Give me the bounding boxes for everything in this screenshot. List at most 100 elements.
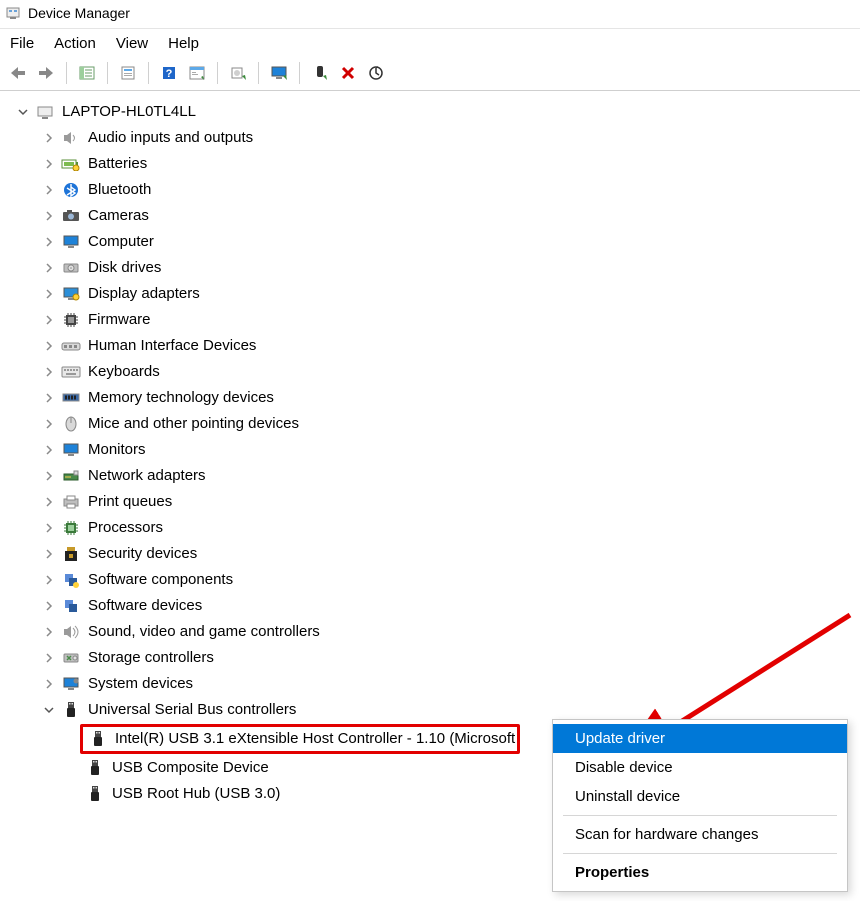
- tree-category[interactable]: Network adapters: [4, 463, 860, 489]
- show-hidden-icon[interactable]: [75, 62, 99, 84]
- chevron-right-icon[interactable]: [40, 181, 58, 199]
- tree-category[interactable]: Monitors: [4, 437, 860, 463]
- tree-category[interactable]: Processors: [4, 515, 860, 541]
- display-icon: [60, 284, 82, 304]
- chevron-right-icon[interactable]: [40, 675, 58, 693]
- menu-view[interactable]: View: [116, 35, 148, 52]
- chevron-right-icon[interactable]: [40, 155, 58, 173]
- usb-icon: [60, 700, 82, 720]
- tree-category[interactable]: Mice and other pointing devices: [4, 411, 860, 437]
- tree-category-label: Batteries: [88, 152, 147, 176]
- chevron-down-icon[interactable]: [40, 701, 58, 719]
- chevron-right-icon[interactable]: [40, 259, 58, 277]
- tree-category-label: Storage controllers: [88, 646, 214, 670]
- chevron-right-icon[interactable]: [40, 623, 58, 641]
- context-menu-uninstall-device[interactable]: Uninstall device: [553, 782, 847, 811]
- tree-category[interactable]: Disk drives: [4, 255, 860, 281]
- menu-file[interactable]: File: [10, 35, 34, 52]
- chevron-right-icon[interactable]: [40, 415, 58, 433]
- chevron-right-icon[interactable]: [40, 233, 58, 251]
- tree-category[interactable]: Keyboards: [4, 359, 860, 385]
- help-icon[interactable]: ?: [157, 62, 181, 84]
- chevron-right-icon[interactable]: [40, 545, 58, 563]
- menu-bar: File Action View Help: [0, 29, 860, 58]
- toolbar-separator: [66, 62, 67, 84]
- enable-icon[interactable]: [308, 62, 332, 84]
- tree-category[interactable]: Firmware: [4, 307, 860, 333]
- tree-device-usb-roothub-label: USB Root Hub (USB 3.0): [112, 782, 280, 806]
- tree-category[interactable]: Audio inputs and outputs: [4, 125, 860, 151]
- tree-category[interactable]: Cameras: [4, 203, 860, 229]
- tree-category[interactable]: Human Interface Devices: [4, 333, 860, 359]
- chevron-right-icon[interactable]: [40, 363, 58, 381]
- chevron-right-icon[interactable]: [40, 311, 58, 329]
- delete-icon[interactable]: [336, 62, 360, 84]
- tree-device-usb-composite-label: USB Composite Device: [112, 756, 269, 780]
- chevron-right-icon[interactable]: [40, 129, 58, 147]
- context-menu-properties[interactable]: Properties: [553, 858, 847, 887]
- firmware-icon: [60, 310, 82, 330]
- device-tree: LAPTOP-HL0TL4LL Audio inputs and outputs…: [0, 91, 860, 807]
- tree-category[interactable]: Sound, video and game controllers: [4, 619, 860, 645]
- toolbar-separator: [217, 62, 218, 84]
- chevron-right-icon[interactable]: [40, 441, 58, 459]
- usb-icon: [84, 784, 106, 804]
- context-menu-scan-hardware[interactable]: Scan for hardware changes: [553, 820, 847, 849]
- chevron-right-icon[interactable]: [40, 467, 58, 485]
- context-menu-separator: [563, 815, 837, 816]
- processor-icon: [60, 518, 82, 538]
- tree-category[interactable]: Memory technology devices: [4, 385, 860, 411]
- memory-icon: [60, 388, 82, 408]
- tree-category[interactable]: Software devices: [4, 593, 860, 619]
- tree-category[interactable]: Display adapters: [4, 281, 860, 307]
- chevron-right-icon[interactable]: [40, 207, 58, 225]
- tree-category[interactable]: Computer: [4, 229, 860, 255]
- tree-category-label: Processors: [88, 516, 163, 540]
- tree-category[interactable]: Software components: [4, 567, 860, 593]
- chevron-right-icon[interactable]: [40, 649, 58, 667]
- computer-icon: [60, 232, 82, 252]
- menu-help[interactable]: Help: [168, 35, 199, 52]
- tree-category-label: Mice and other pointing devices: [88, 412, 299, 436]
- tree-category[interactable]: Bluetooth: [4, 177, 860, 203]
- forward-icon[interactable]: [34, 62, 58, 84]
- chevron-down-icon[interactable]: [14, 103, 32, 121]
- mouse-icon: [60, 414, 82, 434]
- system-icon: [60, 674, 82, 694]
- tree-category-label: Cameras: [88, 204, 149, 228]
- monitor-icon[interactable]: [267, 62, 291, 84]
- svg-text:?: ?: [166, 68, 173, 80]
- chevron-right-icon[interactable]: [40, 519, 58, 537]
- tree-category-label: Memory technology devices: [88, 386, 274, 410]
- tree-root-label: LAPTOP-HL0TL4LL: [62, 100, 196, 124]
- update-driver-icon[interactable]: [226, 62, 250, 84]
- chevron-right-icon[interactable]: [40, 285, 58, 303]
- tree-category[interactable]: Print queues: [4, 489, 860, 515]
- tree-category[interactable]: System devices: [4, 671, 860, 697]
- action-center-icon[interactable]: [185, 62, 209, 84]
- scan-icon[interactable]: [364, 62, 388, 84]
- tree-category-label: Human Interface Devices: [88, 334, 256, 358]
- chevron-right-icon[interactable]: [40, 493, 58, 511]
- chevron-right-icon[interactable]: [40, 337, 58, 355]
- toolbar-separator: [258, 62, 259, 84]
- chevron-right-icon[interactable]: [40, 389, 58, 407]
- tree-category[interactable]: Storage controllers: [4, 645, 860, 671]
- chevron-right-icon[interactable]: [40, 597, 58, 615]
- tree-category[interactable]: Security devices: [4, 541, 860, 567]
- context-menu-update-driver[interactable]: Update driver: [553, 724, 847, 753]
- context-menu-disable-device[interactable]: Disable device: [553, 753, 847, 782]
- sound-icon: [60, 622, 82, 642]
- tree-root[interactable]: LAPTOP-HL0TL4LL: [4, 99, 860, 125]
- tree-category[interactable]: Batteries: [4, 151, 860, 177]
- back-icon[interactable]: [6, 62, 30, 84]
- tree-category-label: Display adapters: [88, 282, 200, 306]
- properties-icon[interactable]: [116, 62, 140, 84]
- chevron-right-icon[interactable]: [40, 571, 58, 589]
- context-menu: Update driver Disable device Uninstall d…: [552, 719, 848, 892]
- toolbar-separator: [148, 62, 149, 84]
- toolbar-separator: [107, 62, 108, 84]
- tree-category-label: Firmware: [88, 308, 151, 332]
- printer-icon: [60, 492, 82, 512]
- menu-action[interactable]: Action: [54, 35, 96, 52]
